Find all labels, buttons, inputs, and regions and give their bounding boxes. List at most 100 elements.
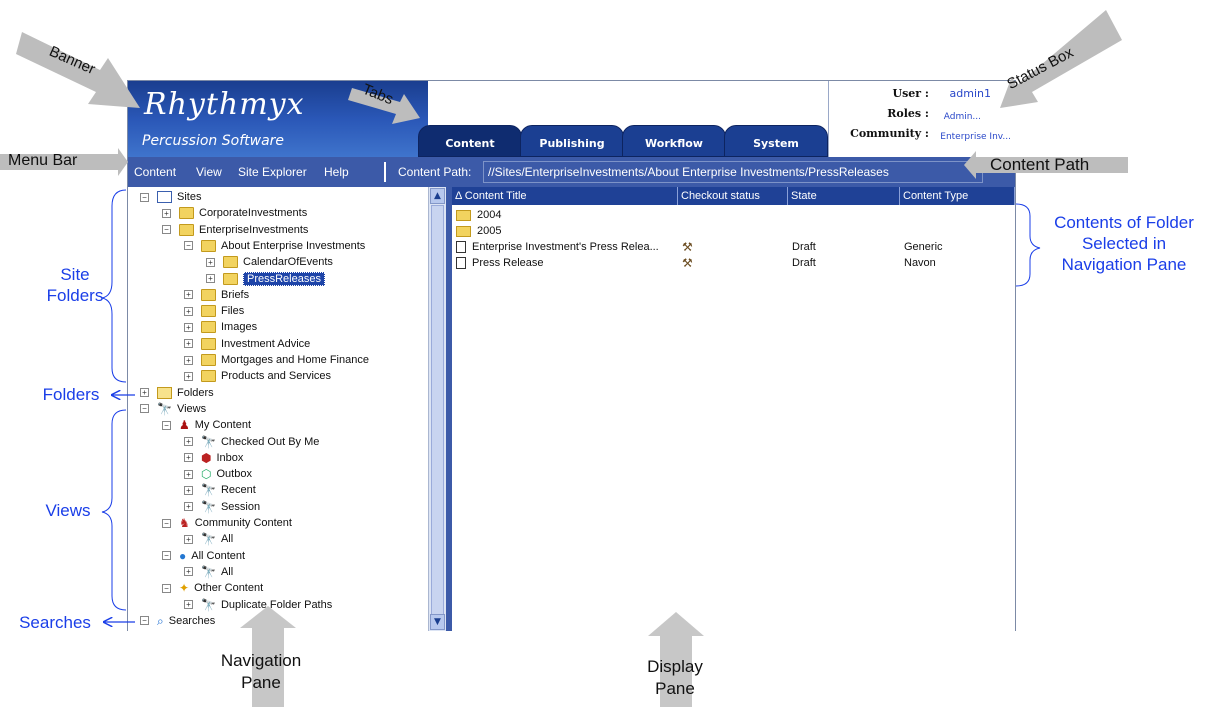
- expand-icon[interactable]: +: [184, 355, 193, 365]
- nav-tree-label[interactable]: PressReleases: [243, 271, 325, 286]
- nav-tree-label[interactable]: Views: [177, 403, 206, 415]
- nav-tree-item[interactable]: − ♟ My Content: [162, 417, 251, 433]
- nav-tree-item[interactable]: + PressReleases: [206, 271, 325, 287]
- nav-tree-label[interactable]: Searches: [169, 615, 215, 627]
- collapse-icon[interactable]: −: [162, 518, 171, 528]
- nav-tree-item[interactable]: − About Enterprise Investments: [184, 238, 365, 254]
- collapse-icon[interactable]: −: [140, 192, 149, 202]
- table-row[interactable]: Press Release ⚒ Draft Navon: [452, 255, 1015, 271]
- cell-content-title[interactable]: Press Release: [456, 255, 544, 271]
- expand-icon[interactable]: +: [184, 567, 193, 577]
- table-row[interactable]: 2004: [452, 207, 1015, 223]
- status-roles-value[interactable]: Admin...: [944, 112, 981, 122]
- nav-tree-label[interactable]: Duplicate Folder Paths: [221, 599, 332, 611]
- nav-tree-item[interactable]: + 🔭 Checked Out By Me: [184, 434, 319, 450]
- expand-icon[interactable]: +: [206, 274, 215, 284]
- nav-tree-item[interactable]: − ⌕ Searches: [140, 613, 215, 629]
- nav-tree-item[interactable]: + Investment Advice: [184, 336, 310, 352]
- nav-tree-item[interactable]: + Images: [184, 319, 257, 335]
- nav-tree-label[interactable]: Files: [221, 305, 244, 317]
- cell-content-title[interactable]: Enterprise Investment's Press Relea...: [456, 239, 659, 255]
- nav-tree-item[interactable]: + 🔭 Duplicate Folder Paths: [184, 597, 332, 613]
- expand-icon[interactable]: +: [184, 600, 193, 610]
- nav-tree-label[interactable]: All Content: [191, 550, 245, 562]
- nav-tree-label[interactable]: CalendarOfEvents: [243, 256, 333, 268]
- nav-tree-label[interactable]: Mortgages and Home Finance: [221, 354, 369, 366]
- nav-tree-label[interactable]: Community Content: [195, 517, 292, 529]
- collapse-icon[interactable]: −: [162, 225, 171, 235]
- scroll-down-icon[interactable]: ▼: [430, 614, 445, 630]
- nav-tree-item[interactable]: + 🔭 All: [184, 564, 233, 580]
- nav-tree-item[interactable]: − ✦ Other Content: [162, 580, 263, 596]
- expand-icon[interactable]: +: [184, 371, 193, 381]
- expand-icon[interactable]: +: [184, 290, 193, 300]
- nav-tree-label[interactable]: Folders: [177, 387, 214, 399]
- nav-tree-item[interactable]: + Folders: [140, 385, 214, 401]
- expand-icon[interactable]: +: [184, 437, 193, 447]
- table-row[interactable]: 2005: [452, 223, 1015, 239]
- nav-tree-item[interactable]: + Mortgages and Home Finance: [184, 352, 369, 368]
- nav-tree-label[interactable]: EnterpriseInvestments: [199, 224, 308, 236]
- expand-icon[interactable]: +: [140, 388, 149, 398]
- nav-tree-item[interactable]: − EnterpriseInvestments: [162, 222, 308, 238]
- scroll-thumb[interactable]: [431, 205, 444, 615]
- nav-tree-label[interactable]: CorporateInvestments: [199, 207, 307, 219]
- nav-tree-item[interactable]: + Briefs: [184, 287, 249, 303]
- tab-publishing[interactable]: Publishing: [520, 125, 624, 157]
- nav-tree-label[interactable]: Checked Out By Me: [221, 436, 319, 448]
- content-path-field[interactable]: //Sites/EnterpriseInvestments/About Ente…: [483, 161, 983, 183]
- nav-tree-label[interactable]: My Content: [195, 419, 251, 431]
- nav-tree-item[interactable]: + 🔭 Recent: [184, 482, 256, 498]
- cell-content-title[interactable]: 2005: [456, 223, 501, 239]
- nav-tree-item[interactable]: − ♞ Community Content: [162, 515, 292, 531]
- nav-tree-item[interactable]: + 🔭 All: [184, 531, 233, 547]
- nav-tree-item[interactable]: − Sites: [140, 189, 201, 205]
- nav-scrollbar[interactable]: ▲ ▼: [428, 187, 446, 631]
- tab-workflow[interactable]: Workflow: [622, 125, 726, 157]
- nav-tree-item[interactable]: + 🔭 Session: [184, 499, 260, 515]
- collapse-icon[interactable]: −: [140, 616, 149, 626]
- expand-icon[interactable]: +: [184, 322, 193, 332]
- nav-tree-item[interactable]: − ● All Content: [162, 548, 245, 564]
- expand-icon[interactable]: +: [162, 208, 171, 218]
- col-state[interactable]: State: [788, 187, 900, 205]
- nav-tree-label[interactable]: Images: [221, 321, 257, 333]
- expand-icon[interactable]: +: [206, 257, 215, 267]
- status-community-value[interactable]: Enterprise Inv...: [940, 132, 1011, 142]
- nav-tree-item[interactable]: + CorporateInvestments: [162, 205, 307, 221]
- nav-tree-label[interactable]: Outbox: [216, 468, 251, 480]
- nav-tree-label[interactable]: Inbox: [216, 452, 243, 464]
- collapse-icon[interactable]: −: [162, 583, 171, 593]
- nav-tree-label[interactable]: Sites: [177, 191, 201, 203]
- menu-view[interactable]: View: [196, 165, 222, 179]
- nav-tree-label[interactable]: All: [221, 566, 233, 578]
- nav-tree-label[interactable]: Other Content: [194, 582, 263, 594]
- nav-tree-item[interactable]: − 🔭 Views: [140, 401, 206, 417]
- nav-tree-item[interactable]: + Products and Services: [184, 368, 331, 384]
- cell-content-title[interactable]: 2004: [456, 207, 501, 223]
- nav-tree-label[interactable]: Recent: [221, 484, 256, 496]
- menu-site-explorer[interactable]: Site Explorer: [238, 165, 307, 179]
- nav-tree-item[interactable]: + ⬡ Outbox: [184, 466, 252, 482]
- table-row[interactable]: Enterprise Investment's Press Relea... ⚒ D…: [452, 239, 1015, 255]
- collapse-icon[interactable]: −: [140, 404, 149, 414]
- expand-icon[interactable]: +: [184, 534, 193, 544]
- collapse-icon[interactable]: −: [162, 551, 171, 561]
- nav-tree-label[interactable]: About Enterprise Investments: [221, 240, 365, 252]
- collapse-icon[interactable]: −: [162, 420, 171, 430]
- expand-icon[interactable]: +: [184, 502, 193, 512]
- nav-tree-item[interactable]: + CalendarOfEvents: [206, 254, 333, 270]
- nav-tree-label[interactable]: Investment Advice: [221, 338, 310, 350]
- nav-tree-label[interactable]: Products and Services: [221, 370, 331, 382]
- nav-tree-label[interactable]: Session: [221, 501, 260, 513]
- scroll-up-icon[interactable]: ▲: [430, 188, 445, 204]
- expand-icon[interactable]: +: [184, 453, 193, 463]
- nav-tree-item[interactable]: + ⬢ Inbox: [184, 450, 243, 466]
- col-content-type[interactable]: Content Type: [900, 187, 1015, 205]
- expand-icon[interactable]: +: [184, 306, 193, 316]
- col-checkout-status[interactable]: Checkout status: [678, 187, 788, 205]
- tab-content[interactable]: Content: [418, 125, 522, 157]
- menu-help[interactable]: Help: [324, 165, 349, 179]
- menu-content[interactable]: Content: [134, 165, 176, 179]
- nav-tree-item[interactable]: + Files: [184, 303, 244, 319]
